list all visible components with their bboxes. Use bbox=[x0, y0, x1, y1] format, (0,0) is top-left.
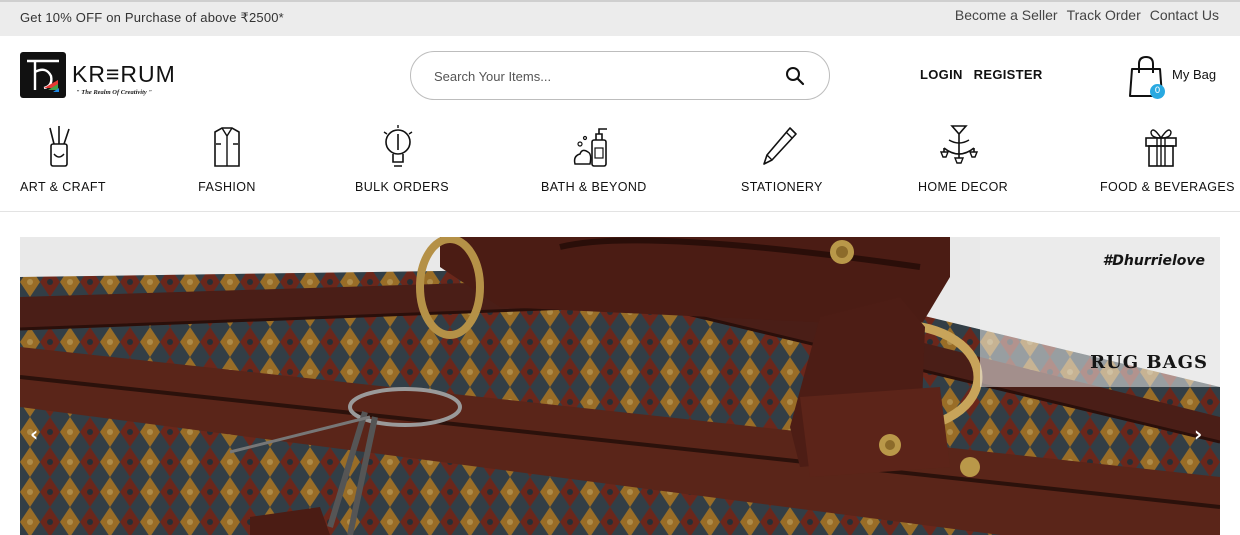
cart-count-badge: 0 bbox=[1150, 84, 1165, 99]
cart-button[interactable]: 0 My Bag bbox=[1128, 55, 1228, 101]
cart-label: My Bag bbox=[1172, 67, 1217, 82]
chevron-right-icon[interactable]: › bbox=[1194, 424, 1210, 444]
light-bulb-icon bbox=[383, 125, 413, 167]
hero-banner[interactable]: #Dhurrielove RUG BAGS ‹ › bbox=[20, 237, 1220, 535]
paint-brushes-icon bbox=[49, 126, 70, 167]
shirt-icon bbox=[214, 127, 240, 167]
gift-box-icon bbox=[1145, 129, 1177, 167]
search-bar bbox=[410, 51, 830, 100]
category-label: STATIONERY bbox=[741, 180, 823, 194]
login-link[interactable]: LOGIN bbox=[920, 67, 963, 82]
category-fashion[interactable]: FASHION bbox=[198, 120, 256, 200]
logo-mark bbox=[20, 52, 66, 98]
banner-hashtag: #Dhurrielove bbox=[1102, 253, 1205, 269]
site-logo[interactable]: KR≡RUM " The Realm Of Creativity " bbox=[20, 52, 180, 102]
logo-name: KR≡RUM bbox=[72, 61, 176, 87]
search-icon[interactable] bbox=[785, 66, 805, 86]
category-stationery[interactable]: STATIONERY bbox=[741, 120, 823, 200]
category-food-beverages[interactable]: FOOD & BEVERAGES bbox=[1100, 120, 1235, 200]
promo-text: Get 10% OFF on Purchase of above ₹2500* bbox=[20, 10, 284, 25]
top-bar: Get 10% OFF on Purchase of above ₹2500* … bbox=[0, 0, 1240, 36]
soap-dispenser-icon bbox=[573, 128, 607, 167]
pen-icon bbox=[763, 127, 797, 165]
category-label: FOOD & BEVERAGES bbox=[1100, 180, 1235, 194]
auth-links: LOGIN REGISTER bbox=[920, 67, 1043, 82]
search-input[interactable] bbox=[434, 65, 764, 87]
category-label: HOME DECOR bbox=[918, 180, 1009, 194]
banner-headline: RUG BAGS bbox=[1090, 352, 1208, 373]
category-label: FASHION bbox=[198, 180, 256, 194]
logo-tagline: " The Realm Of Creativity " bbox=[76, 89, 152, 96]
become-seller-link[interactable]: Become a Seller bbox=[955, 7, 1058, 23]
track-order-link[interactable]: Track Order bbox=[1067, 7, 1141, 23]
category-label: BULK ORDERS bbox=[355, 180, 450, 194]
category-nav: ART & CRAFT FASHION BULK ORDERS BATH & B… bbox=[0, 120, 1240, 212]
category-label: ART & CRAFT bbox=[20, 180, 106, 194]
register-link[interactable]: REGISTER bbox=[974, 67, 1043, 82]
chandelier-icon bbox=[940, 125, 978, 164]
rug-bag-photo bbox=[20, 237, 1220, 535]
top-links: Become a Seller Track Order Contact Us bbox=[955, 7, 1219, 23]
category-bath-beyond[interactable]: BATH & BEYOND bbox=[541, 120, 647, 200]
category-label: BATH & BEYOND bbox=[541, 180, 647, 194]
chevron-left-icon[interactable]: ‹ bbox=[30, 424, 46, 444]
category-bulk-orders[interactable]: BULK ORDERS bbox=[355, 120, 450, 200]
category-home-decor[interactable]: HOME DECOR bbox=[918, 120, 1009, 200]
category-art-craft[interactable]: ART & CRAFT bbox=[20, 120, 106, 200]
contact-us-link[interactable]: Contact Us bbox=[1150, 7, 1219, 23]
